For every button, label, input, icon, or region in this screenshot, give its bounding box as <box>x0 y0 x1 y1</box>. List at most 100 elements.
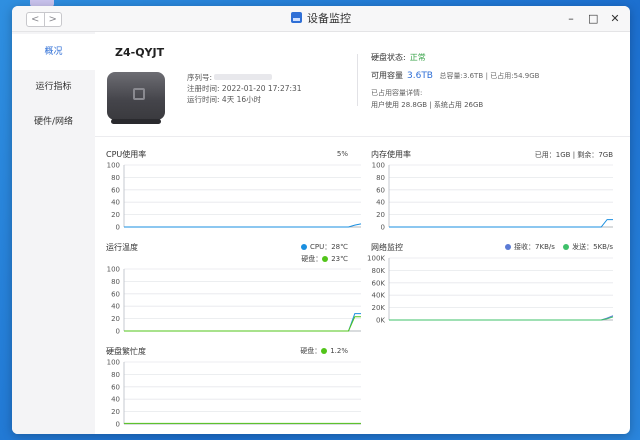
register-value: 2022-01-20 17:27:31 <box>221 84 302 93</box>
network-ytick-label: 20K <box>372 304 386 312</box>
uptime-row: 运行时间: 4天 16小时 <box>187 95 261 105</box>
disk_busy-ytick-label: 80 <box>111 371 120 379</box>
cpu-series-line <box>124 223 362 228</box>
temperature-ytick-label: 100 <box>107 266 120 274</box>
memory-used-label: 已用： <box>534 151 556 159</box>
network-ytick-label: 80K <box>372 267 386 275</box>
window-title: 设备监控 <box>12 11 630 27</box>
register-label: 注册时间: <box>187 84 220 93</box>
network-ytick-label: 0K <box>376 317 385 325</box>
temperature-ytick-label: 80 <box>111 278 120 286</box>
disk_busy-ytick-label: 100 <box>107 359 120 367</box>
memory-free-value: 7GB <box>598 151 613 159</box>
memory-chart-title: 内存使用率 <box>371 150 411 159</box>
disk_busy-ytick-label: 20 <box>111 408 120 416</box>
window-title-text: 设备监控 <box>307 12 351 25</box>
memory-ytick-label: 100 <box>372 162 385 170</box>
section-divider <box>95 136 630 137</box>
device-logo-icon <box>133 88 145 100</box>
disk_busy-ytick-label: 0 <box>116 421 120 429</box>
minimize-icon[interactable]: – <box>566 12 576 26</box>
memory-ytick-label: 20 <box>376 211 385 219</box>
serial-label: 序列号: <box>187 73 213 82</box>
available-value: 3.6TB <box>407 71 433 81</box>
temperature-chart-title: 运行温度 <box>106 243 138 252</box>
temperature-cpu-value: 28℃ <box>331 243 348 251</box>
user-used-label: 用户使用 <box>371 101 399 109</box>
sidebar-item-overview[interactable]: 概况 <box>12 34 95 70</box>
used-detail-title: 已占用容量详情: <box>371 89 423 97</box>
network-tx-value: 5KB/s <box>593 243 613 251</box>
maximize-icon[interactable]: □ <box>588 12 598 26</box>
network-ytick-label: 100K <box>367 255 385 263</box>
system-used-label: 系统占用 <box>433 101 462 109</box>
memory-ytick-label: 60 <box>376 186 385 194</box>
used-value: 54.9GB <box>513 72 540 80</box>
cpu-value: 5% <box>336 150 348 158</box>
disk-busy-value: 1.2% <box>330 347 348 355</box>
memory-legend: 已用：1GB | 剩余：7GB <box>534 151 613 159</box>
disk-legend-dot <box>322 255 329 262</box>
close-icon[interactable]: ✕ <box>610 12 620 26</box>
network-tx-label: 发送： <box>572 243 594 251</box>
memory-used-value: 1GB <box>555 151 571 159</box>
serial-row: 序列号: <box>187 73 273 83</box>
cpu-chart-title: CPU使用率 <box>106 150 147 159</box>
device-name: Z4-QYJT <box>115 46 165 59</box>
register-row: 注册时间: 2022-01-20 17:27:31 <box>187 84 302 94</box>
sidebar-item-metrics[interactable]: 运行指标 <box>12 69 95 105</box>
network-series-line <box>389 316 614 321</box>
temperature-disk-legend: 硬盘： 23℃ <box>301 254 348 264</box>
temperature-ytick-label: 20 <box>111 315 120 323</box>
user-used-value: 28.8GB <box>401 101 428 109</box>
disk-busy-label: 硬盘： <box>300 347 322 355</box>
temperature-cpu-label: CPU： <box>309 243 332 251</box>
uptime-value: 4天 16小时 <box>221 95 262 104</box>
sidebar: 概况 运行指标 硬件/网络 <box>12 32 95 434</box>
capacity-summary: 可用容量 3.6TB 总容量:3.6TB | 已占用:54.9GB <box>371 71 540 81</box>
memory-ytick-label: 0 <box>381 224 385 232</box>
temperature-ytick-label: 60 <box>111 290 120 298</box>
cpu-ytick-label: 60 <box>111 186 120 194</box>
charts-canvas: 100 80 60 40 20 0 100 80 60 40 20 0 100 80 60 40 20 0 100K… <box>107 162 614 429</box>
memory-free-label: 剩余： <box>577 151 599 159</box>
cpu-ytick-label: 20 <box>111 211 120 219</box>
monitor-app-icon <box>291 12 302 23</box>
device-monitor-window: < > 设备监控 – □ ✕ 概况 运行指标 硬件/网络 Z4-QYJT 序列号… <box>12 6 630 434</box>
total-label: 总容量: <box>439 72 463 80</box>
temperature-disk-value: 23℃ <box>331 255 348 263</box>
network-ytick-label: 60K <box>372 279 386 287</box>
cpu-ytick-label: 40 <box>111 199 120 207</box>
main-content: Z4-QYJT 序列号: 注册时间: 2022-01-20 17:27:31 运… <box>95 32 630 434</box>
uptime-label: 运行时间: <box>187 95 220 104</box>
cpu-legend-dot <box>300 243 307 250</box>
temperature-series-line <box>124 316 361 332</box>
network-chart-title: 网络监控 <box>371 243 403 252</box>
tx-legend-dot <box>563 243 570 250</box>
cpu-ytick-label: 80 <box>111 174 120 182</box>
device-image <box>107 72 165 124</box>
network-legend: 接收：7KB/s 发送：5KB/s <box>505 242 613 252</box>
sidebar-item-hardware-network[interactable]: 硬件/网络 <box>12 104 95 140</box>
rx-legend-dot <box>505 243 512 250</box>
disk-busy-chart-title: 硬盘繁忙度 <box>106 347 146 356</box>
system-used-value: 26GB <box>464 101 484 109</box>
used-detail: 用户使用 28.8GB | 系统占用 26GB <box>371 101 484 109</box>
serial-redacted <box>214 74 273 80</box>
temperature-series-line <box>124 313 361 332</box>
temperature-ytick-label: 0 <box>116 328 120 336</box>
disk_busy-ytick-label: 60 <box>111 383 120 391</box>
disk-busy-dot <box>321 347 328 354</box>
disk_busy-ytick-label: 40 <box>111 396 120 404</box>
memory-ytick-label: 40 <box>376 199 385 207</box>
memory-ytick-label: 80 <box>376 174 385 182</box>
temperature-cpu-legend: CPU：28℃ <box>300 242 348 252</box>
cpu-ytick-label: 100 <box>107 162 120 170</box>
available-label: 可用容量 <box>371 71 403 80</box>
memory-series-line <box>389 219 613 228</box>
title-bar: < > 设备监控 – □ ✕ <box>12 6 630 32</box>
info-divider <box>357 54 358 106</box>
total-value: 3.6TB <box>462 72 484 80</box>
used-label: 已占用: <box>490 72 514 80</box>
network-series-line <box>389 315 614 321</box>
